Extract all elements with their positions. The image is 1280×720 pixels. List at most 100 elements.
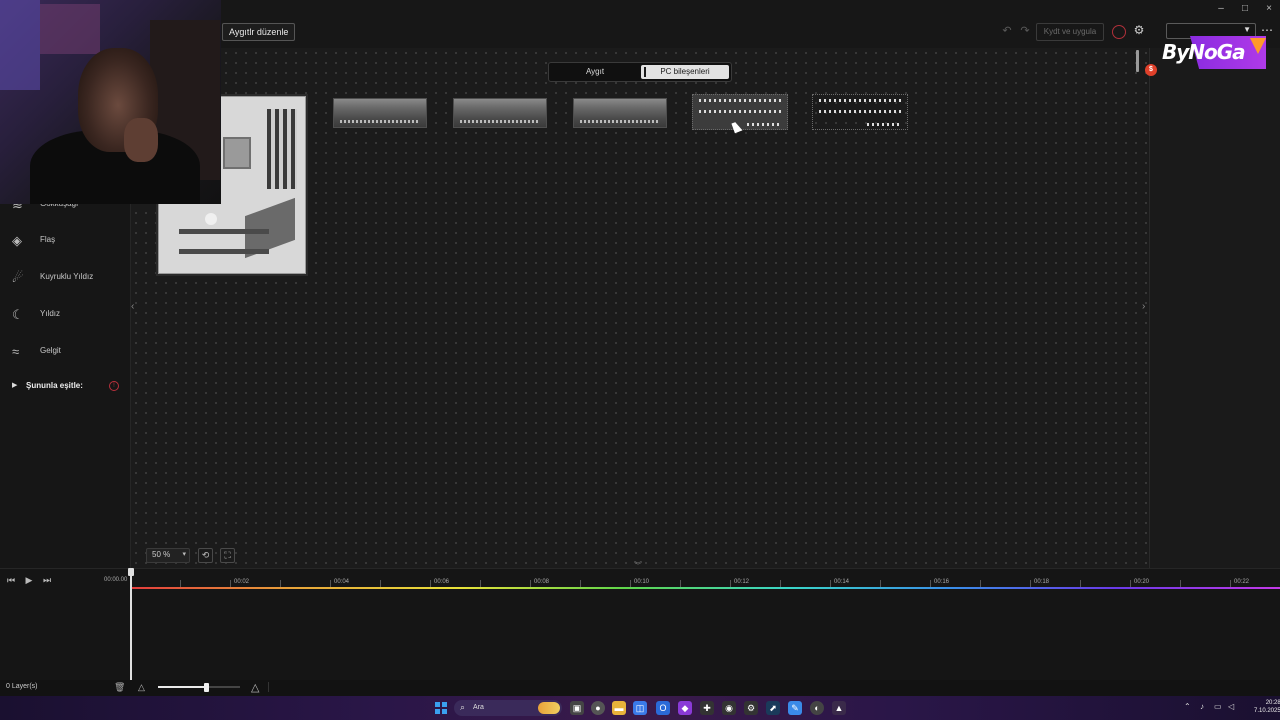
- app-icon[interactable]: ✚: [700, 701, 714, 715]
- ram-module-2[interactable]: [453, 98, 547, 128]
- pcie-slot: [179, 229, 269, 234]
- slider-thumb[interactable]: [204, 683, 209, 692]
- app-icon[interactable]: ⚙: [744, 701, 758, 715]
- armoury-icon[interactable]: ▲: [832, 701, 846, 715]
- undo-icon[interactable]: ↶: [1000, 25, 1014, 37]
- timeline-color-bar: [131, 587, 1280, 589]
- edit-devices-button[interactable]: Aygıtlr düzenle: [222, 23, 296, 41]
- slider-fill: [158, 686, 207, 688]
- led-strip-2[interactable]: [812, 94, 908, 130]
- scrollbar[interactable]: [1136, 50, 1139, 72]
- comet-icon: ☄: [12, 270, 24, 285]
- effect-label: Yıldız: [40, 309, 61, 318]
- zoom-dropdown[interactable]: 50 % ▾: [146, 548, 190, 563]
- chevron-down-icon: ▼: [1243, 25, 1251, 34]
- led-row: [699, 99, 781, 102]
- tick-label: 00:12: [734, 579, 750, 585]
- tick-label: 00:04: [334, 579, 350, 585]
- taskbar-search[interactable]: ⌕ Ara: [454, 700, 562, 716]
- collapse-left-icon[interactable]: ‹: [131, 300, 139, 314]
- zoom-out-icon[interactable]: △: [138, 682, 148, 693]
- skip-end-icon[interactable]: ⏭: [42, 574, 52, 586]
- maximize-button[interactable]: □: [1234, 2, 1256, 16]
- tick-label: 00:06: [434, 579, 450, 585]
- ram-module-1[interactable]: [333, 98, 427, 128]
- pcie-slot: [179, 249, 269, 254]
- layers-bar: [0, 680, 1280, 696]
- led-row: [699, 110, 781, 113]
- network-icon[interactable]: ▭: [1214, 702, 1222, 711]
- view-toggle: Aygıt PC bileşenleri: [548, 62, 732, 82]
- tick-label: 00:08: [534, 579, 550, 585]
- save-apply-button[interactable]: Kydt ve uygula: [1036, 23, 1104, 41]
- background-light: [0, 0, 40, 90]
- zoom-in-icon[interactable]: △: [251, 681, 263, 694]
- skip-start-icon[interactable]: ⏮: [6, 574, 16, 586]
- wall-poster: [40, 4, 100, 54]
- expand-arrow-icon: ▶: [12, 382, 18, 389]
- windows-start-icon[interactable]: [435, 702, 447, 714]
- time: 20:28: [1265, 700, 1280, 706]
- person-hand: [124, 118, 158, 162]
- tab-device[interactable]: Aygıt: [551, 65, 639, 79]
- file-explorer-icon[interactable]: ▬: [612, 701, 626, 715]
- effect-label: Flaş: [40, 235, 56, 244]
- store-icon[interactable]: ◫: [633, 701, 647, 715]
- tray-overflow-icon[interactable]: ⌃: [1184, 702, 1191, 711]
- app-icon[interactable]: ◉: [722, 701, 736, 715]
- warning-icon: !: [109, 381, 119, 391]
- steam-icon[interactable]: ⬈: [766, 701, 780, 715]
- stream-logo: ByNoGa: [1162, 40, 1246, 64]
- tick-label: 00:18: [1034, 579, 1050, 585]
- flash-icon: ◈: [12, 233, 22, 248]
- playhead-handle[interactable]: [128, 568, 134, 576]
- volume-icon[interactable]: ◁: [1228, 702, 1234, 711]
- trash-icon[interactable]: 🗑: [114, 682, 125, 693]
- clock[interactable]: 20:28 7.10.2025: [1254, 699, 1280, 715]
- search-label: Ara: [473, 704, 484, 711]
- app-icon[interactable]: ◆: [678, 701, 692, 715]
- play-icon[interactable]: ▶: [24, 574, 34, 586]
- webcam-overlay: [0, 0, 221, 204]
- app-icon[interactable]: ✎: [788, 701, 802, 715]
- collapse-right-icon[interactable]: ›: [1142, 300, 1150, 314]
- app-icon[interactable]: ◐: [810, 701, 824, 715]
- led-row: [819, 99, 901, 102]
- microphone-icon[interactable]: ♪: [1200, 702, 1204, 711]
- tick-label: 00:02: [234, 579, 250, 585]
- current-time: 00:00.00: [104, 577, 128, 583]
- playhead[interactable]: [130, 570, 132, 688]
- effect-item-tide[interactable]: ≈ Gelgit: [12, 342, 130, 362]
- led-row: [867, 123, 901, 126]
- fit-to-screen-icon[interactable]: ⛶: [220, 548, 235, 563]
- zoom-value: 50 %: [152, 550, 171, 559]
- effect-label: Gelgit: [40, 346, 61, 355]
- tick-label: 00:14: [834, 579, 850, 585]
- sync-status-icon[interactable]: [1112, 25, 1126, 39]
- effect-item-flash[interactable]: ◈ Flaş: [12, 231, 130, 251]
- tab-pc-components[interactable]: PC bileşenleri: [641, 65, 729, 79]
- app-icon[interactable]: ●: [591, 701, 605, 715]
- date: 7.10.2025: [1254, 708, 1280, 714]
- effect-item-star[interactable]: ☾ Yıldız: [12, 305, 130, 325]
- task-view-icon[interactable]: ▣: [570, 701, 584, 715]
- fan-icon: [205, 213, 217, 225]
- effect-item-comet[interactable]: ☄ Kuyruklu Yıldız: [12, 268, 130, 288]
- tick-label: 00:22: [1234, 579, 1250, 585]
- led-row: [819, 110, 901, 113]
- minimize-button[interactable]: –: [1210, 2, 1232, 16]
- redo-icon[interactable]: ↷: [1018, 25, 1032, 37]
- tick-label: 00:20: [1134, 579, 1150, 585]
- sync-with-section[interactable]: ▶ Şununla eşitle: !: [12, 380, 124, 392]
- search-highlight-icon: [538, 702, 560, 714]
- led-row: [747, 123, 781, 126]
- star-icon: ☾: [12, 307, 24, 322]
- ram-module-3[interactable]: [573, 98, 667, 128]
- gear-icon[interactable]: ⚙: [1132, 23, 1146, 37]
- close-button[interactable]: ×: [1258, 2, 1280, 16]
- outlook-icon[interactable]: O: [656, 701, 670, 715]
- reset-view-icon[interactable]: ⟲: [198, 548, 213, 563]
- tick-label: 00:10: [634, 579, 650, 585]
- chevron-down-icon: ▾: [182, 551, 186, 558]
- more-options-icon[interactable]: ⋯: [1260, 24, 1274, 36]
